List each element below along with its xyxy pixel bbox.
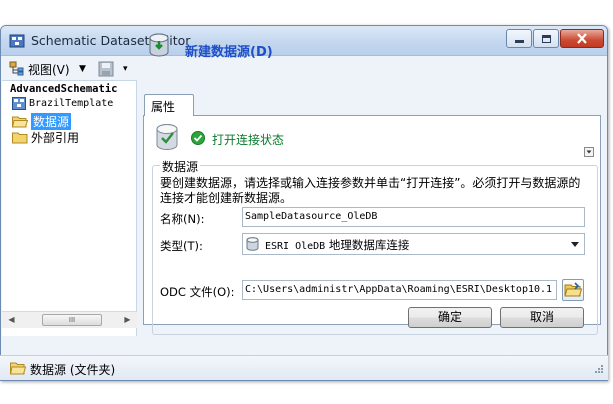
tree-item-label: 外部引用: [31, 131, 80, 145]
connection-status-text[interactable]: 打开连接状态: [212, 131, 284, 148]
tree-item-external-refs[interactable]: 外部引用: [12, 129, 79, 146]
type-select[interactable]: ESRI OleDB 地理数据库连接: [242, 233, 585, 255]
maximize-icon: [541, 34, 551, 43]
title-bar[interactable]: Schematic Dataset Editor: [1, 26, 607, 56]
view-dropdown-arrow-icon[interactable]: ▼: [79, 64, 86, 74]
name-input[interactable]: SampleDatasource_OleDB: [242, 207, 585, 227]
datasource-cylinder-icon: [149, 33, 169, 57]
scrollbar-thumb[interactable]: III: [42, 314, 102, 326]
save-icon[interactable]: [98, 61, 114, 77]
chevron-down-icon: [571, 242, 579, 247]
browse-button[interactable]: [562, 279, 584, 301]
template-icon: [12, 97, 26, 110]
minimize-icon: [514, 40, 524, 43]
type-select-value: ESRI OleDB 地理数据库连接: [265, 238, 410, 252]
folder-open-icon: [10, 362, 26, 375]
tree-item-label: 数据源: [31, 113, 72, 130]
resize-grip-icon[interactable]: [592, 364, 604, 376]
minimize-button[interactable]: [506, 29, 532, 48]
tree-item-label: BrazilTemplate: [29, 98, 114, 109]
tree-horizontal-scrollbar[interactable]: ◀ III ▶: [2, 311, 137, 328]
tree-item-datasources[interactable]: 数据源: [12, 113, 72, 130]
tree-root-node[interactable]: AdvancedSchematic: [10, 83, 117, 95]
view-icon: [9, 61, 24, 76]
collapse-panel-icon[interactable]: [584, 147, 594, 157]
folder-open-icon: [12, 116, 28, 128]
tree-item-template[interactable]: BrazilTemplate: [12, 97, 113, 110]
connection-database-icon: [156, 124, 178, 150]
schematic-app-icon: [9, 34, 25, 48]
dataset-tree[interactable]: AdvancedSchematic BrazilTemplate 数据源 外部引…: [2, 80, 137, 336]
toolbar-overflow-icon[interactable]: ▾: [123, 64, 128, 74]
page-title: 新建数据源(D): [185, 45, 273, 60]
type-label: 类型(T):: [160, 239, 203, 253]
close-icon: [577, 33, 587, 44]
oledb-database-icon: [246, 237, 259, 251]
connection-status-row: 打开连接状态: [152, 122, 598, 160]
name-label: 名称(N):: [160, 212, 205, 226]
ok-button[interactable]: 确定: [408, 307, 492, 328]
folder-icon: [12, 132, 28, 144]
scroll-left-icon[interactable]: ◀: [4, 313, 19, 327]
instructions-text: 要创建数据源，请选择或输入连接参数并单击“打开连接”。必须打开与数据源的连接才能…: [160, 176, 581, 205]
view-menu[interactable]: 视图(V): [28, 61, 70, 78]
check-circle-icon: [191, 131, 205, 145]
odc-file-label: ODC 文件(O):: [160, 285, 235, 299]
scroll-right-icon[interactable]: ▶: [120, 313, 135, 327]
folder-browse-icon: [564, 282, 583, 297]
tab-properties[interactable]: 属性: [144, 94, 194, 116]
status-bar: 数据源 (文件夹): [0, 355, 608, 380]
maximize-button[interactable]: [533, 29, 559, 48]
odc-file-input[interactable]: C:\Users\administr\AppData\Roaming\ESRI\…: [242, 280, 557, 300]
group-label: 数据源: [160, 158, 201, 175]
close-button[interactable]: [560, 29, 604, 48]
status-text: 数据源 (文件夹): [30, 363, 116, 377]
cancel-button[interactable]: 取消: [500, 307, 584, 328]
